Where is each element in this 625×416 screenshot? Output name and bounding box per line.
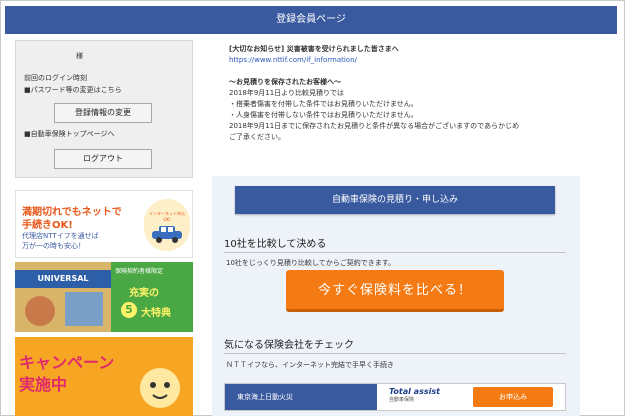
insurance-quote-label: 自動車保険の見積り・申し込み	[331, 195, 458, 205]
insurance-top-link[interactable]: ■自動車保険トップページへ	[24, 129, 114, 139]
notice-heading: [大切なお知らせ] 災害被害を受けられました皆さまへ	[229, 45, 399, 53]
car-illustration-badge: インターネット申込OK!	[144, 199, 190, 251]
campaign-line1: キャンペーン	[19, 353, 115, 372]
company-logo: Total assist 自動車保険	[389, 387, 459, 407]
section-divider	[224, 252, 566, 253]
campaign-banner[interactable]: キャンペーン 実施中	[15, 337, 193, 416]
notice-line: ・搭乗者傷害を付帯した条件ではお見積りいただけません。	[229, 100, 418, 108]
theme-park-photo: UNIVERSAL	[15, 262, 111, 332]
edit-registration-label: 登録情報の変更	[75, 108, 131, 117]
renewal-banner[interactable]: 満期切れでもネットで 手続きOK! 代理店NTTイフを通せば 万が一の時も安心！…	[15, 190, 193, 258]
logout-label: ログアウト	[83, 154, 123, 163]
logout-button[interactable]: ログアウト	[54, 149, 152, 169]
banner-renewal-line4: 万が一の時も安心！	[22, 242, 85, 250]
photo-element	[25, 296, 55, 326]
badge-text: インターネット申込OK!	[149, 211, 185, 222]
choose-title: 気になる保険会社をチェック	[224, 340, 354, 351]
page-header: 登録会員ページ	[5, 6, 617, 34]
mascot-icon	[140, 368, 180, 408]
benefit-number: 5	[121, 302, 137, 318]
section-divider	[224, 353, 566, 354]
company-logo-text: Total assist	[389, 387, 440, 396]
campaign-line2: 実施中	[19, 375, 68, 394]
notice-line: ・人身傷害を付帯しない条件ではお見積りいただけません。	[229, 111, 418, 119]
compare-description: 10社をじっくり見積り比較してからご契約できます。	[226, 259, 395, 267]
benefit-text2: 大特典	[141, 308, 171, 319]
compare-title: 10社を比較して決める	[224, 239, 327, 250]
notice-line: 2018年9月11日までに保存されたお見積りと条件が異なる場合がございますのであ…	[229, 122, 520, 130]
last-login-label: 前回のログイン時刻	[24, 74, 87, 82]
notice-subheading: ～お見積りを保存されたお客様へ～	[229, 78, 341, 86]
member-benefit-banner[interactable]: UNIVERSAL 保険契約者様限定 充実の 5 大特典	[15, 262, 193, 332]
password-change-link[interactable]: ■パスワード等の変更はこちら	[24, 85, 122, 95]
universal-logo: UNIVERSAL	[15, 270, 111, 288]
compare-now-label: 今すぐ保険料を比べる！	[317, 283, 472, 298]
apply-label: お申込み	[499, 393, 527, 401]
photo-element	[65, 292, 103, 326]
company-logo-sub: 自動車保険	[389, 397, 415, 403]
notice-link[interactable]: https://www.nttif.com/if_information/	[229, 55, 619, 66]
edit-registration-button[interactable]: 登録情報の変更	[54, 103, 152, 123]
user-name-suffix: 様	[76, 52, 83, 60]
account-panel: 様 前回のログイン時刻 ■パスワード等の変更はこちら 登録情報の変更 ■自動車保…	[15, 40, 193, 178]
benefit-panel: 保険契約者様限定 充実の 5 大特典	[111, 262, 193, 332]
page-title: 登録会員ページ	[276, 14, 346, 25]
car-icon	[152, 226, 182, 243]
notice-block: [大切なお知らせ] 災害被害を受けられました皆さまへ https://www.n…	[229, 44, 619, 143]
benefit-text1: 充実の	[129, 288, 159, 299]
banner-renewal-line3: 代理店NTTイフを通せば	[22, 232, 99, 240]
benefit-tag: 保険契約者様限定	[115, 268, 164, 275]
notice-line: 2018年9月11日より比較見積りでは	[229, 89, 345, 97]
apply-button[interactable]: お申込み	[473, 387, 553, 407]
compare-now-button[interactable]: 今すぐ保険料を比べる！	[286, 270, 504, 312]
insurance-quote-button[interactable]: 自動車保険の見積り・申し込み	[235, 186, 555, 214]
banner-renewal-line2: 手続きOK!	[22, 220, 73, 231]
company-name: 東京海上日動火災	[225, 384, 377, 410]
notice-line: ご了承ください。	[229, 133, 285, 141]
choose-description: ＮＴＴイフなら、インターネット完結で手早く手続き	[226, 361, 394, 369]
company-row: 東京海上日動火災 Total assist 自動車保険 お申込み	[224, 383, 566, 411]
